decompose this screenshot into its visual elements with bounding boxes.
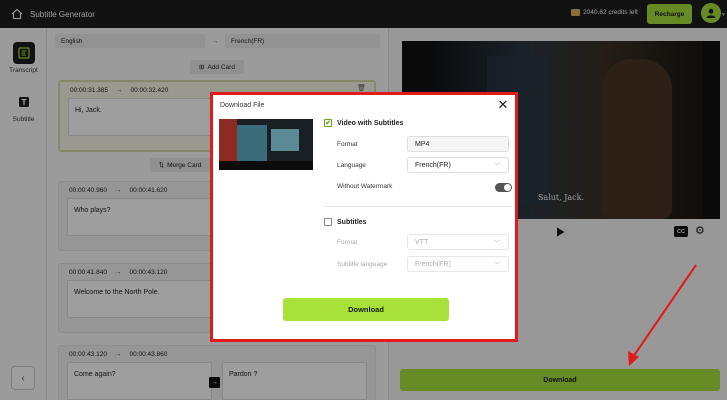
subtitle-language-value: French(FR) <box>415 260 451 268</box>
checkbox[interactable] <box>324 218 332 226</box>
subtitle-format-value: VTT <box>415 238 429 246</box>
language-select[interactable]: French(FR) ﹀ <box>407 157 509 173</box>
close-icon[interactable]: ✕ <box>497 98 509 111</box>
dialog-title: Download File <box>220 102 265 109</box>
subtitle-language-label: Subtitle language <box>337 261 388 268</box>
format-label: Format <box>337 141 358 148</box>
chevron-down-icon: ﹀ <box>493 164 500 170</box>
subtitle-language-select: French(FR) ﹀ <box>407 256 509 272</box>
language-value: French(FR) <box>415 161 451 169</box>
subtitle-format-select: VTT ﹀ <box>407 234 509 250</box>
video-with-subtitles-option[interactable]: ✔ Video with Subtitles <box>324 119 403 127</box>
subtitle-format-label: Format <box>337 239 358 246</box>
chevron-down-icon: ﹀ <box>493 263 500 269</box>
divider <box>324 206 512 207</box>
checkbox-checked[interactable]: ✔ <box>324 119 332 127</box>
video-thumbnail <box>219 119 313 170</box>
dialog-download-button[interactable]: Download <box>283 298 449 321</box>
watermark-label: Without Watermark <box>337 183 393 190</box>
watermark-toggle[interactable] <box>495 183 512 192</box>
chevron-down-icon: ﹀ <box>493 241 500 247</box>
format-field: MP4 <box>407 136 509 152</box>
subtitles-option[interactable]: Subtitles <box>324 218 367 226</box>
language-label: Language <box>337 162 366 169</box>
option-label: Subtitles <box>337 218 367 226</box>
option-label: Video with Subtitles <box>337 119 404 127</box>
download-file-dialog: Download File ✕ ✔ Video with Subtitles F… <box>210 92 518 342</box>
